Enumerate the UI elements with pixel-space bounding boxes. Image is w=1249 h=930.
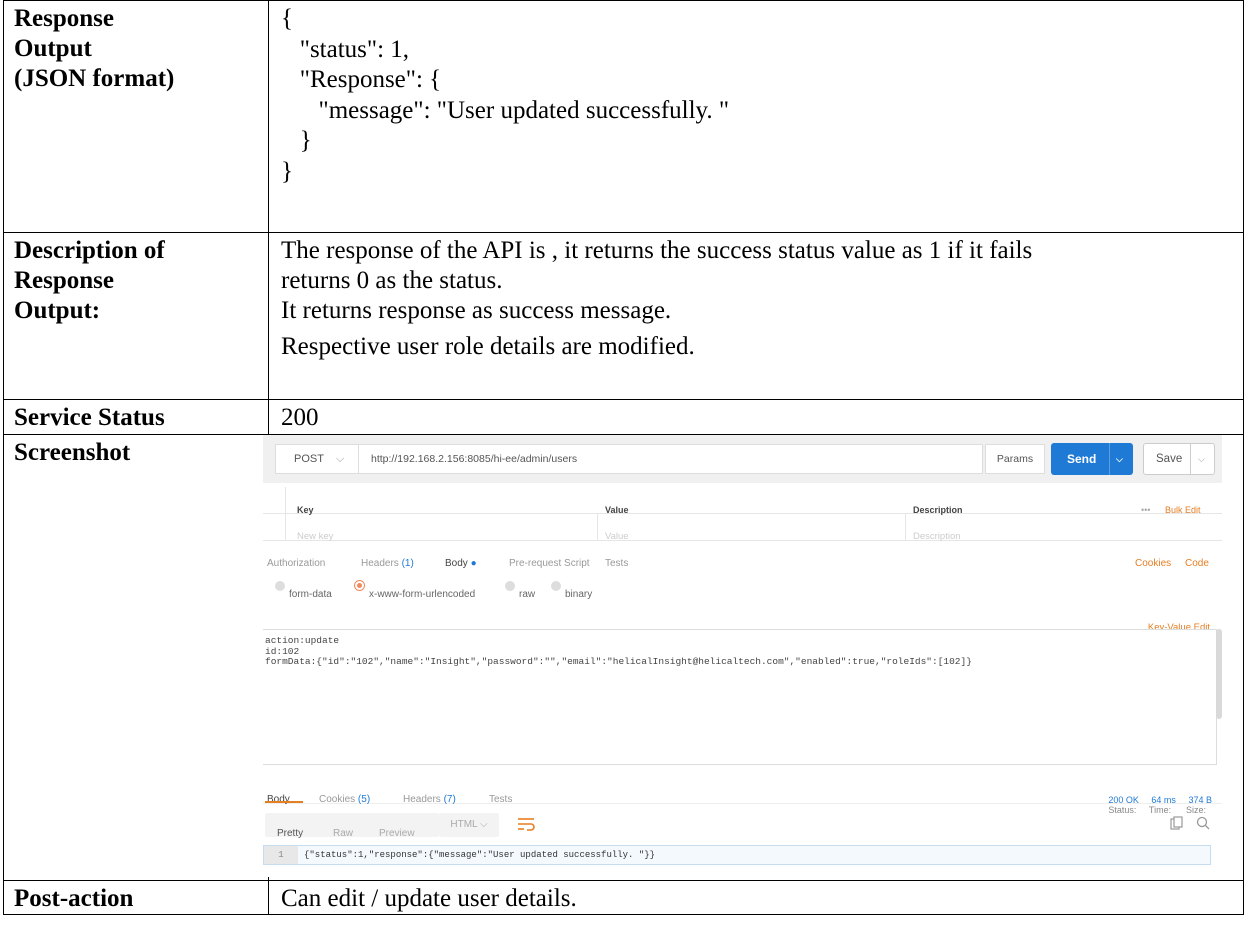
description-line: It returns response as success message. (281, 297, 672, 324)
chevron-down-icon[interactable]: ⌵ (1116, 443, 1123, 475)
line-number: 1 (264, 846, 298, 864)
description-line: Respective user role details are modifie… (281, 333, 695, 360)
send-label: Send (1067, 452, 1097, 466)
format-label: HTML (450, 819, 478, 830)
tab-label: Headers (403, 794, 441, 805)
code-link[interactable]: Code (1185, 549, 1209, 579)
tab-label: Body (445, 558, 468, 569)
chevron-down-icon: ⌵ (336, 453, 345, 465)
response-tabs: Body Cookies (5) Headers (7) Tests Statu… (263, 775, 1222, 815)
radio-label: binary (565, 589, 593, 600)
description-row: Description of Response Output: The resp… (3, 232, 1244, 400)
json-line: "Response": { (281, 66, 442, 93)
format-select[interactable]: HTML ⌵ (439, 813, 499, 837)
service-status-label: Service Status (3, 399, 269, 435)
request-bar: POST ⌵ http://192.168.2.156:8085/hi-ee/a… (263, 435, 1222, 483)
chevron-down-icon: ⌵ (480, 819, 488, 830)
divider (905, 514, 906, 540)
api-doc-table: Response Output (JSON format) { "status"… (3, 0, 1244, 915)
save-button[interactable]: Save ⌵ (1143, 443, 1215, 475)
radio-form-data[interactable] (275, 581, 285, 591)
service-status-row: Service Status 200 (3, 399, 1244, 435)
copy-icon[interactable] (1170, 816, 1184, 830)
send-button[interactable]: Send ⌵ (1051, 443, 1133, 475)
divider (597, 514, 598, 540)
json-line: { (281, 5, 293, 32)
description-text: The response of the API is , it returns … (268, 232, 1244, 400)
count-badge: (5) (357, 794, 371, 805)
count-badge: (7) (443, 794, 456, 805)
radio-label: raw (519, 589, 536, 600)
label-line: Output (14, 35, 92, 62)
description-label: Description of Response Output: (3, 232, 269, 400)
request-tabs: Authorization Headers (1) Body ● Pre-req… (263, 543, 1222, 569)
tab-tests[interactable]: Tests (605, 549, 628, 579)
radio-label: form-data (289, 589, 332, 600)
response-output-row: Response Output (JSON format) { "status"… (3, 0, 1244, 233)
json-line: "message": "User updated successfully. " (281, 96, 730, 124)
radio-raw[interactable] (505, 581, 515, 591)
service-status-value: 200 (268, 399, 1244, 435)
search-icon[interactable] (1196, 816, 1210, 830)
screenshot-row: Screenshot POST ⌵ http://192.168.2.156:8… (3, 434, 1244, 881)
json-line: } (281, 157, 293, 185)
divider (285, 487, 286, 513)
tab-authorization[interactable]: Authorization (267, 549, 325, 579)
divider (285, 514, 286, 540)
screenshot-label: Screenshot (3, 434, 269, 881)
radio-binary[interactable] (551, 581, 561, 591)
response-code-line: {"status":1,"response":{"message":"User … (304, 850, 656, 860)
label-line: Response (14, 267, 115, 294)
label-line: (JSON format) (14, 65, 175, 92)
screenshot-cell: POST ⌵ http://192.168.2.156:8085/hi-ee/a… (263, 434, 1244, 881)
tab-label: Headers (361, 558, 399, 569)
url-input[interactable]: http://192.168.2.156:8085/hi-ee/admin/us… (359, 444, 983, 474)
params-new-row: New key Value Description (263, 514, 1222, 542)
divider (1109, 443, 1110, 475)
post-action-row: Post-action Can edit / update user detai… (3, 880, 1244, 915)
label-line: Response (14, 5, 115, 32)
active-tab-underline (265, 801, 303, 803)
response-json: { "status": 1, "Response": { "message": … (268, 0, 1244, 233)
params-table-header: Key Value Description ••• Bulk Edit (263, 487, 1222, 515)
request-body-editor[interactable]: action:update id:102 formData:{"id":"102… (263, 629, 1217, 765)
cookies-link[interactable]: Cookies (1135, 549, 1171, 579)
postman-screenshot: POST ⌵ http://192.168.2.156:8085/hi-ee/a… (263, 435, 1222, 877)
response-format-bar: Pretty Raw Preview HTML ⌵ (263, 811, 1222, 841)
tab-body[interactable]: Body ● (445, 549, 477, 579)
tab-prerequest[interactable]: Pre-request Script (509, 549, 590, 579)
radio-urlencoded[interactable] (355, 581, 364, 590)
description-line: The response of the API is , it returns … (281, 237, 1033, 264)
label-line: Description of (14, 237, 165, 264)
method-label: POST (294, 453, 324, 465)
method-select[interactable]: POST ⌵ (275, 444, 359, 474)
post-action-value: Can edit / update user details. (268, 880, 1244, 915)
wrap-lines-icon[interactable] (517, 817, 535, 831)
label-line: Output: (14, 297, 101, 324)
description-line: returns 0 as the status. (281, 267, 503, 294)
dot-icon: ● (470, 558, 477, 569)
divider (1190, 444, 1191, 474)
chevron-down-icon[interactable]: ⌵ (1198, 444, 1205, 474)
params-button[interactable]: Params (985, 444, 1045, 474)
response-body-code: 1 {"status":1,"response":{"message":"Use… (263, 845, 1211, 865)
body-line: formData:{"id":"102","name":"Insight","p… (265, 656, 972, 667)
response-output-label: Response Output (JSON format) (3, 0, 269, 233)
tab-label: Cookies (319, 794, 356, 805)
body-type-radios: form-data x-www-form-urlencoded raw bina… (263, 577, 1222, 601)
tab-headers[interactable]: Headers (1) (361, 549, 414, 579)
save-label: Save (1156, 453, 1183, 465)
count-badge: (1) (401, 558, 414, 569)
body-line: action:update (265, 635, 340, 646)
json-line: } (281, 127, 312, 154)
json-line: "status": 1, (281, 35, 410, 63)
radio-label: x-www-form-urlencoded (369, 589, 476, 600)
scrollbar[interactable] (1216, 629, 1222, 719)
post-action-label: Post-action (3, 880, 269, 915)
